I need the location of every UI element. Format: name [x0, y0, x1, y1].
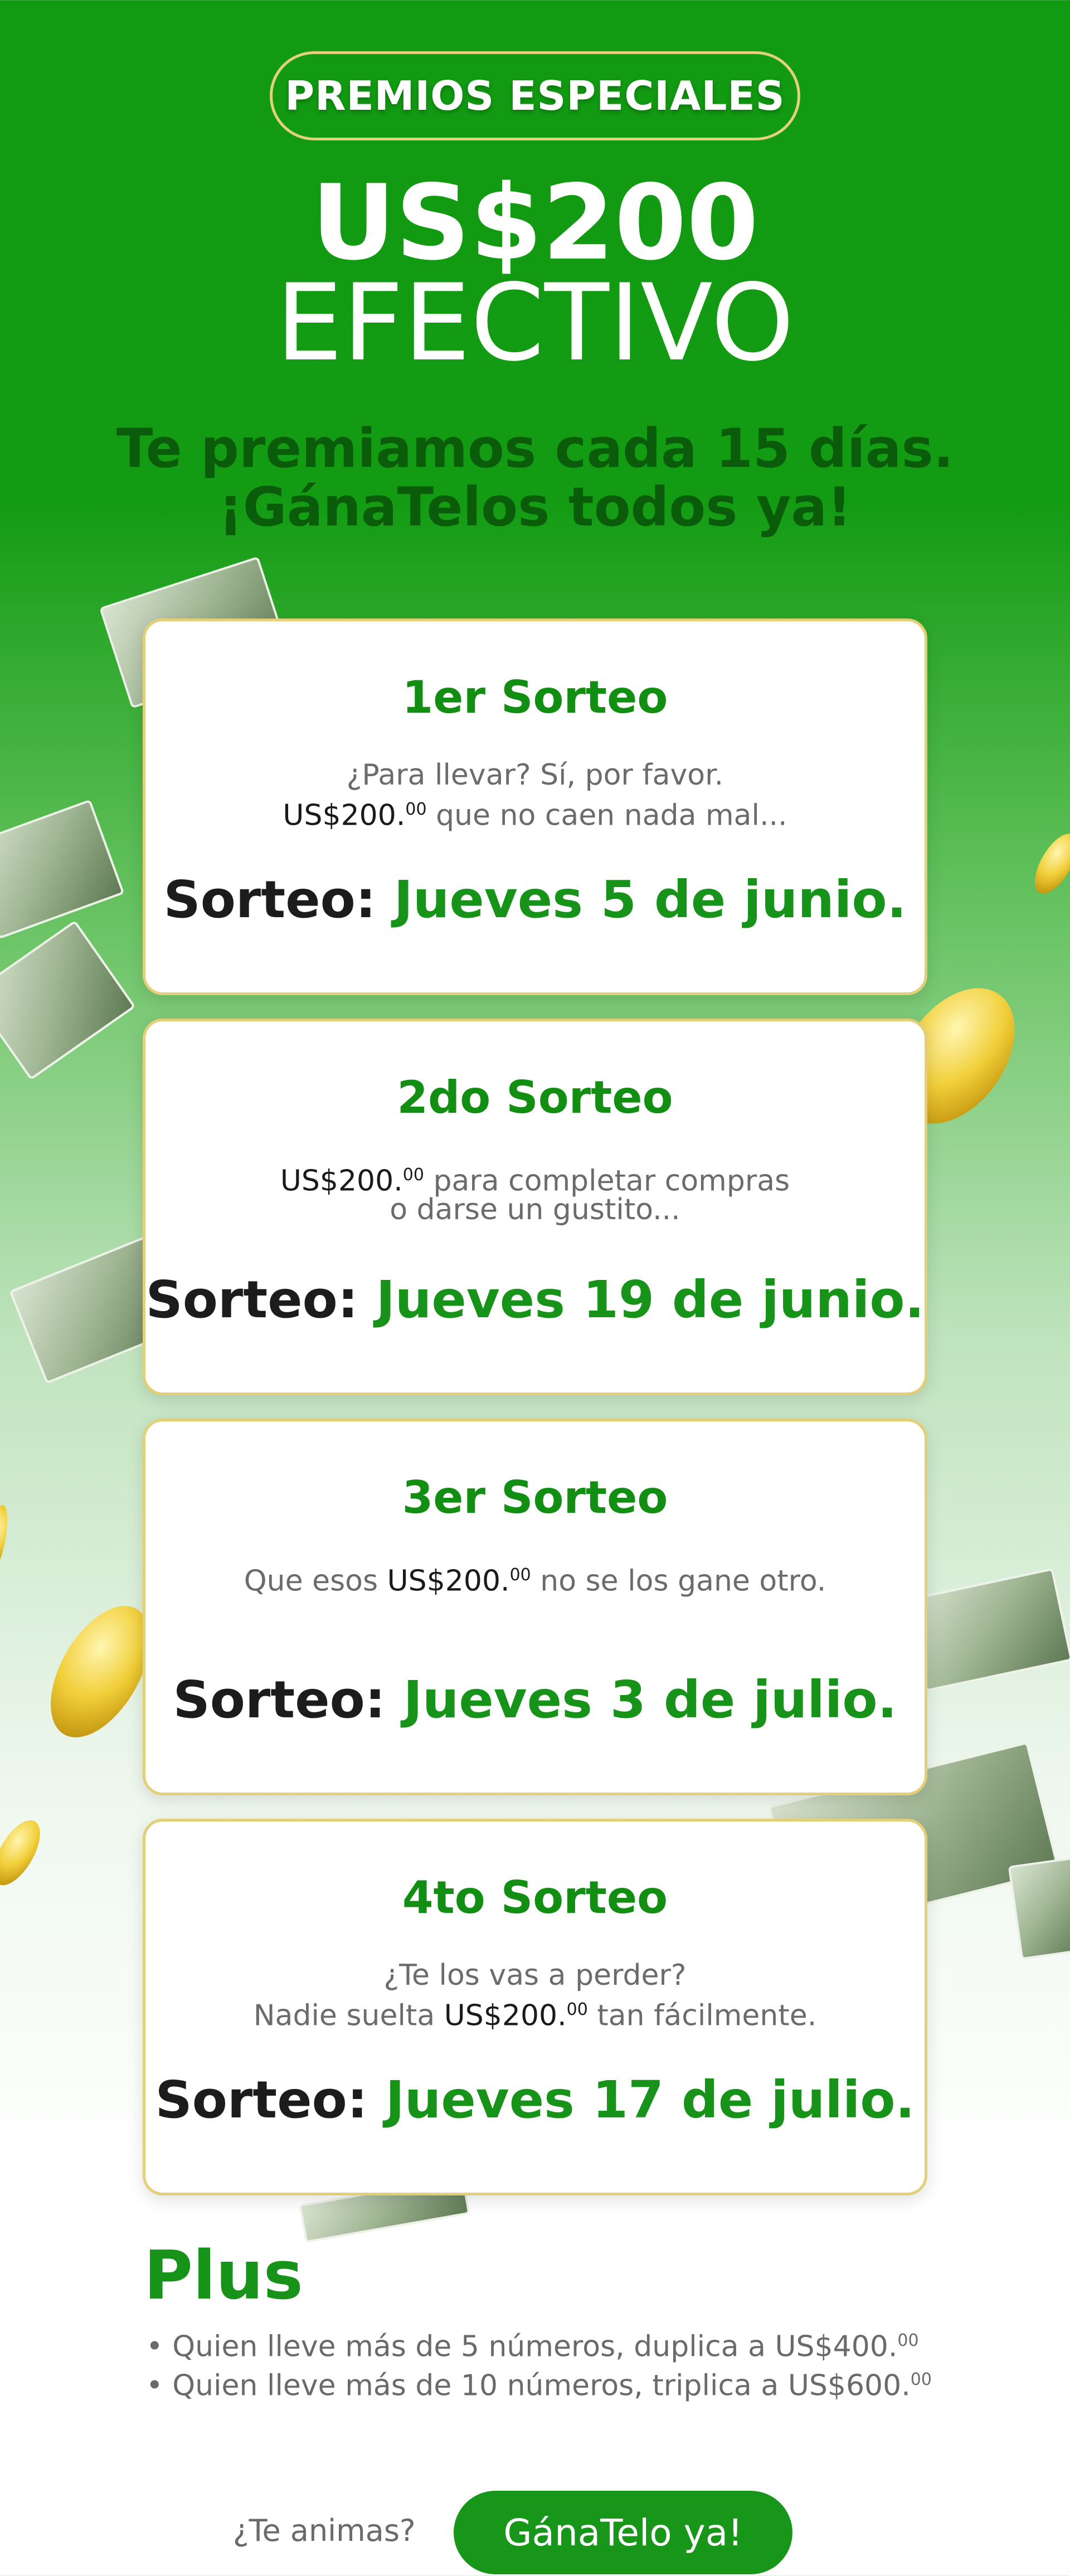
plus-title: Plus	[144, 2237, 303, 2315]
draw-description: Nadie suelta US$200.00 tan fácilmente.	[253, 1999, 817, 2033]
draw-description: Que esos US$200.00 no se los gane otro.	[244, 1564, 826, 1598]
draw-title: 4to Sorteo	[402, 1872, 668, 1924]
draw-date: Sorteo: Jueves 3 de julio.	[173, 1670, 897, 1730]
money-bill-image	[0, 799, 125, 939]
draw-description: o darse un gustito...	[390, 1193, 680, 1226]
money-bill-image	[906, 1567, 1070, 1692]
tagline-line-1: Te premiamos cada 15 días.	[116, 417, 954, 480]
draw-card-2: 2do Sorteo US$200.00 para completar comp…	[143, 1019, 927, 1395]
draw-title: 3er Sorteo	[402, 1472, 668, 1523]
draw-date: Sorteo: Jueves 17 de julio.	[155, 2070, 915, 2130]
special-prizes-badge: PREMIOS ESPECIALES	[270, 51, 800, 140]
draw-title: 1er Sorteo	[402, 671, 668, 723]
draw-card-4: 4to Sorteo ¿Te los vas a perder? Nadie s…	[143, 1819, 927, 2195]
win-now-button[interactable]: GánaTelo ya!	[454, 2491, 792, 2574]
cta-question: ¿Te animas?	[233, 2513, 416, 2548]
money-bill-image	[0, 920, 136, 1080]
draw-description: ¿Te los vas a perder?	[383, 1959, 687, 1992]
plus-item: • Quien lleve más de 10 números, triplic…	[146, 2369, 932, 2403]
prize-cash-label: EFECTIVO	[275, 261, 795, 384]
gold-coin-image	[0, 1503, 12, 1572]
plus-item: • Quien lleve más de 5 números, duplica …	[146, 2330, 919, 2364]
money-bill-image	[1008, 1857, 1070, 1960]
draw-card-3: 3er Sorteo Que esos US$200.00 no se los …	[143, 1419, 927, 1795]
draw-date: Sorteo: Jueves 5 de junio.	[163, 870, 907, 929]
gold-coin-image	[1026, 827, 1070, 900]
draw-description: ¿Para llevar? Sí, por favor.	[346, 758, 724, 792]
tagline-line-2: ¡GánaTelos todos ya!	[218, 476, 852, 538]
draw-card-1: 1er Sorteo ¿Para llevar? Sí, por favor. …	[143, 619, 927, 995]
draw-title: 2do Sorteo	[397, 1072, 673, 1123]
draw-description: US$200.00 que no caen nada mal...	[283, 798, 787, 832]
gold-coin-image	[0, 1813, 50, 1893]
draw-date: Sorteo: Jueves 19 de junio.	[145, 1270, 925, 1330]
